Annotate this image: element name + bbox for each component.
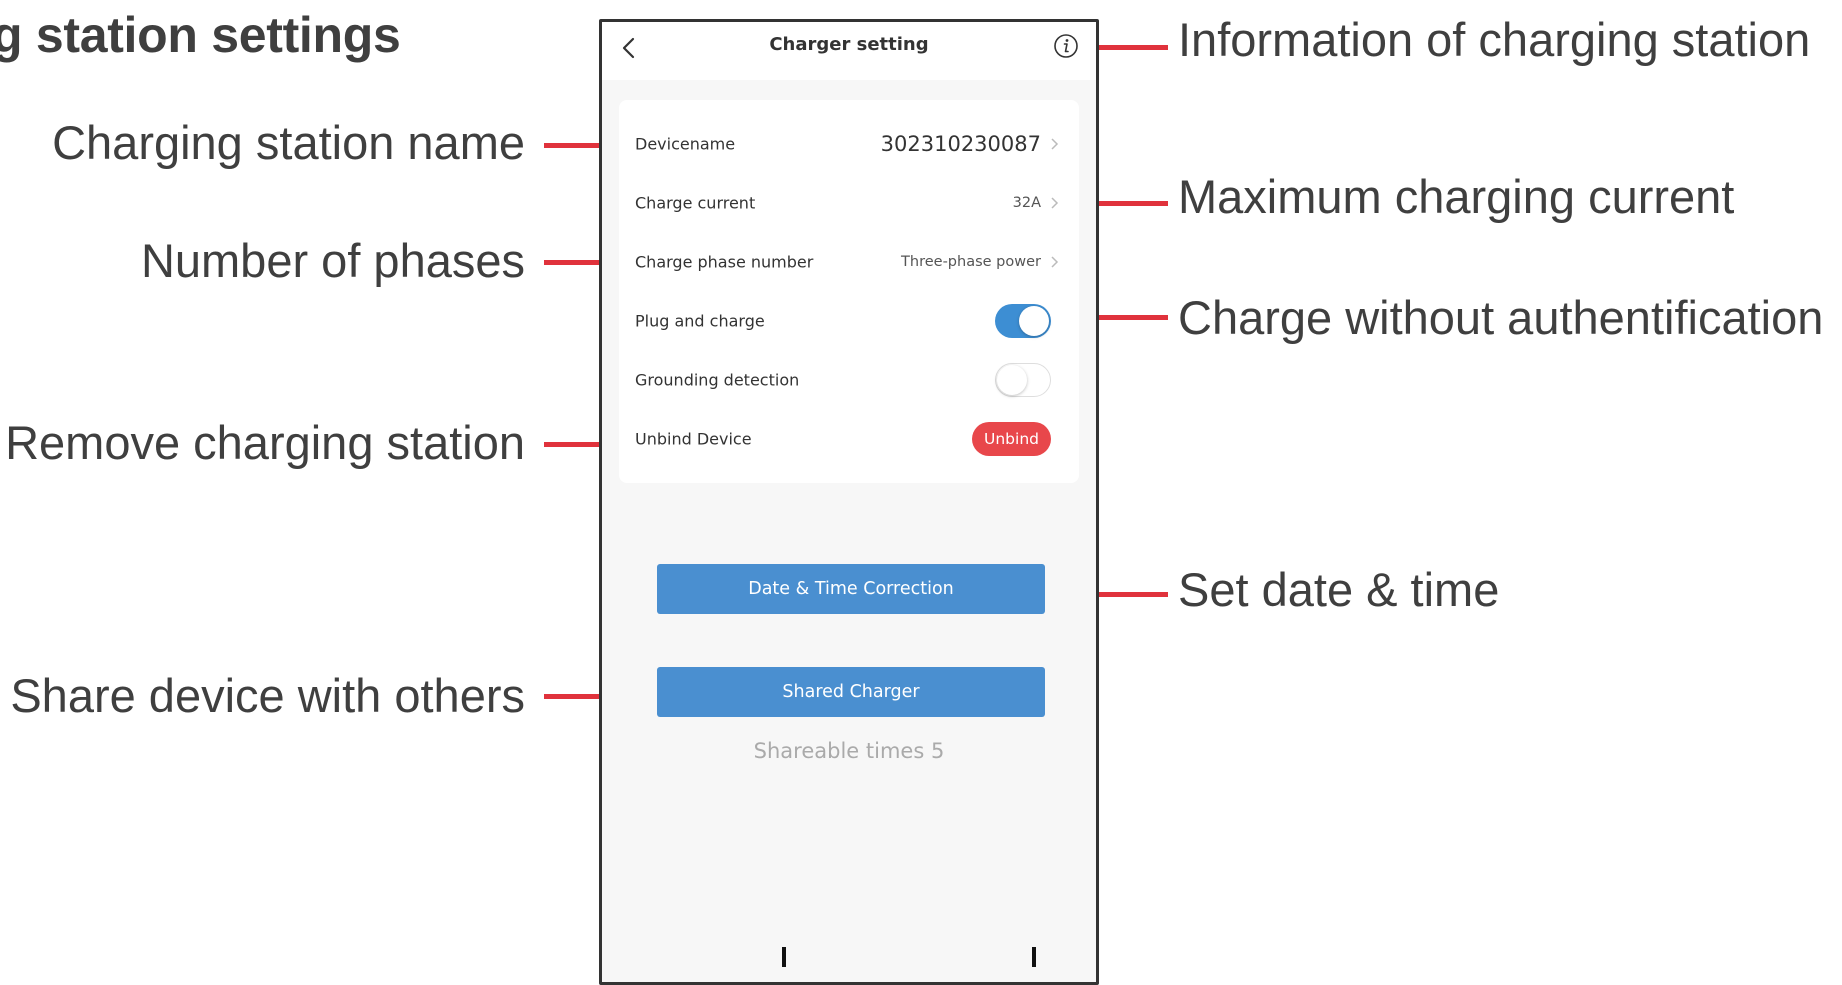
annotation-charging-station-name: Charging station name	[52, 116, 525, 169]
plug-and-charge-label: Plug and charge	[635, 311, 765, 330]
charge-phase-value: Three-phase power	[901, 253, 1041, 270]
unbind-device-label: Unbind Device	[635, 429, 752, 448]
chevron-right-icon	[1051, 137, 1059, 150]
charge-current-label: Charge current	[635, 193, 756, 212]
toggle-knob	[997, 364, 1027, 395]
screen-title: Charger setting	[769, 34, 929, 55]
unbind-button[interactable]: Unbind	[972, 421, 1051, 456]
annotation-date-time: Set date & time	[1178, 563, 1500, 616]
annotation-plug-and-charge: Charge without authentification	[1178, 291, 1824, 344]
date-time-correction-button[interactable]: Date & Time Correction	[657, 564, 1045, 614]
row-charge-current[interactable]: Charge current 32A	[619, 173, 1079, 232]
row-unbind-device: Unbind Device Unbind	[619, 409, 1079, 468]
toggle-knob	[1019, 305, 1049, 336]
leader-line	[1088, 45, 1168, 50]
annotation-max-current: Maximum charging current	[1178, 170, 1735, 223]
status-mark	[1032, 947, 1036, 967]
device-name-value: 302310230087	[880, 131, 1041, 156]
page-heading: g station settings	[0, 7, 401, 63]
leader-line	[1088, 592, 1168, 597]
chevron-right-icon	[1051, 196, 1059, 209]
phone-screen: Charger setting Devicename 302310230087 …	[599, 19, 1099, 985]
leader-line	[1088, 201, 1168, 206]
chevron-right-icon	[1051, 255, 1059, 268]
grounding-detection-toggle[interactable]	[995, 362, 1051, 397]
settings-card: Devicename 302310230087 Charge current 3…	[619, 100, 1079, 483]
row-device-name[interactable]: Devicename 302310230087	[619, 114, 1079, 173]
row-plug-and-charge: Plug and charge	[619, 291, 1079, 350]
row-charge-phase-number[interactable]: Charge phase number Three-phase power	[619, 232, 1079, 291]
shared-charger-button[interactable]: Shared Charger	[657, 667, 1045, 717]
row-grounding-detection: Grounding detection	[619, 350, 1079, 409]
device-name-label: Devicename	[635, 134, 736, 153]
nav-bar: Charger setting	[602, 22, 1096, 80]
annotation-number-of-phases: Number of phases	[140, 234, 525, 287]
plug-and-charge-toggle[interactable]	[995, 303, 1051, 338]
annotation-share-device: Share device with others	[10, 669, 525, 722]
leader-line	[1088, 315, 1168, 320]
annotation-remove-charging-station: Remove charging station	[5, 416, 525, 469]
charge-phase-label: Charge phase number	[635, 252, 814, 271]
charge-current-value: 32A	[1012, 194, 1041, 211]
status-mark	[782, 947, 786, 967]
grounding-detection-label: Grounding detection	[635, 370, 800, 389]
annotation-information: Information of charging station	[1178, 13, 1811, 66]
shareable-times-text: Shareable times 5	[753, 739, 945, 763]
info-icon[interactable]	[1052, 32, 1080, 60]
